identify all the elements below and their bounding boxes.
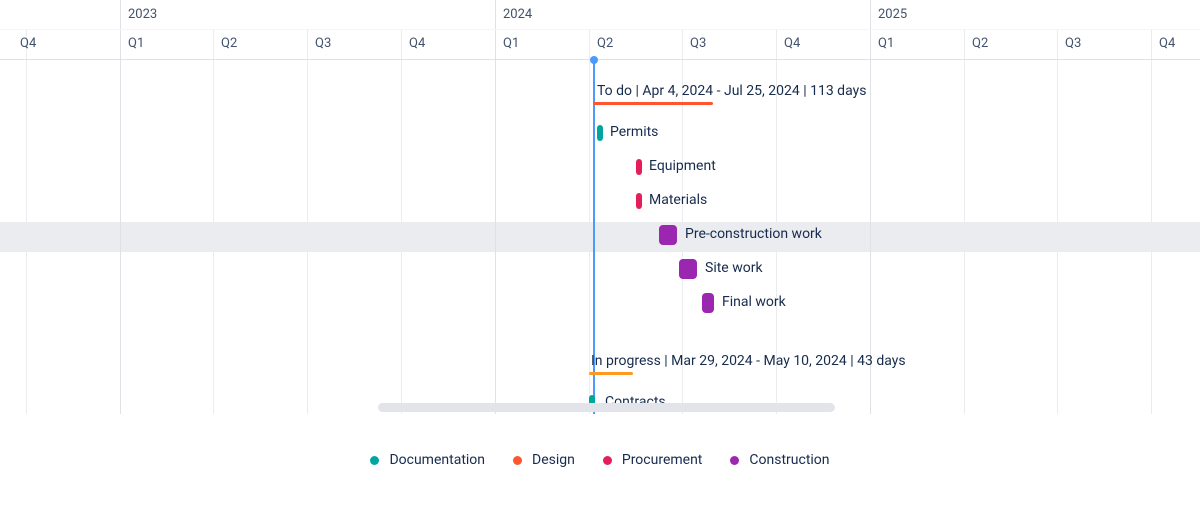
quarter-label: Q2 bbox=[597, 29, 613, 59]
task-label[interactable]: Site work bbox=[705, 260, 763, 276]
legend-item[interactable]: Design bbox=[513, 452, 575, 468]
horizontal-scrollbar[interactable] bbox=[378, 403, 835, 412]
group-header-todo-text: To do | Apr 4, 2024 - Jul 25, 2024 | 113… bbox=[597, 83, 866, 99]
legend-item[interactable]: Procurement bbox=[603, 452, 703, 468]
year-label: 2023 bbox=[128, 0, 157, 30]
quarter-label: Q1 bbox=[128, 29, 144, 59]
legend-label: Construction bbox=[749, 452, 829, 468]
gantt-chart[interactable]: 2023 2024 2025 Q4 Q1 Q2 Q3 Q4 Q1 Q2 Q3 Q4 Q1 Q2 Q3Q4 … bbox=[0, 0, 1200, 414]
legend-item[interactable]: Construction bbox=[730, 452, 829, 468]
legend-item[interactable]: Documentation bbox=[370, 452, 485, 468]
task-label[interactable]: Materials bbox=[649, 192, 707, 208]
quarter-label: Q4 bbox=[409, 29, 425, 59]
quarter-label: Q3 bbox=[315, 29, 331, 59]
quarter-label: Q3 bbox=[690, 29, 706, 59]
quarter-label: Q2 bbox=[221, 29, 237, 59]
legend-label: Documentation bbox=[389, 452, 485, 468]
row-highlight bbox=[0, 222, 1200, 252]
year-gridline bbox=[120, 0, 121, 414]
task-label[interactable]: Permits bbox=[610, 124, 658, 140]
year-label: 2024 bbox=[503, 0, 532, 30]
quarter-label: Q4 bbox=[20, 29, 36, 59]
quarter-label: Q4 bbox=[1159, 29, 1175, 59]
group-underline-inprogress bbox=[589, 372, 633, 375]
task-label[interactable]: Equipment bbox=[649, 158, 716, 174]
group-underline-todo bbox=[593, 102, 713, 105]
quarter-gridline bbox=[307, 29, 308, 414]
quarter-label: Q2 bbox=[972, 29, 988, 59]
quarter-gridline bbox=[964, 29, 965, 414]
quarter-label: Q4 bbox=[784, 29, 800, 59]
group-header-inprogress-text: In progress | Mar 29, 2024 - May 10, 202… bbox=[591, 353, 906, 369]
task-bar[interactable] bbox=[659, 225, 677, 245]
legend: Documentation Design Procurement Constructi… bbox=[0, 414, 1200, 506]
task-label[interactable]: Final work bbox=[722, 294, 786, 310]
quarter-axis: Q4 Q1 Q2 Q3 Q4 Q1 Q2 Q3 Q4 Q1 Q2 Q3 Q4 bbox=[0, 29, 1200, 59]
quarter-gridline bbox=[1151, 29, 1152, 414]
year-gridline bbox=[870, 0, 871, 414]
legend-label: Procurement bbox=[622, 452, 703, 468]
legend-swatch-icon bbox=[603, 456, 612, 465]
quarter-label: Q1 bbox=[503, 29, 519, 59]
task-bar[interactable] bbox=[702, 293, 714, 313]
quarter-gridline bbox=[1057, 29, 1058, 414]
task-bar[interactable] bbox=[597, 125, 603, 141]
header-divider bbox=[0, 59, 1200, 60]
quarter-label: Q3 bbox=[1065, 29, 1081, 59]
quarter-label: Q1 bbox=[878, 29, 894, 59]
year-gridline bbox=[495, 0, 496, 414]
quarter-gridline bbox=[401, 29, 402, 414]
today-marker-dot bbox=[590, 56, 598, 64]
group-header-todo[interactable]: To do | Apr 4, 2024 - Jul 25, 2024 | 113… bbox=[597, 83, 866, 103]
task-bar[interactable] bbox=[636, 193, 642, 209]
legend-swatch-icon bbox=[730, 456, 739, 465]
quarter-gridline bbox=[213, 29, 214, 414]
group-header-inprogress[interactable]: In progress | Mar 29, 2024 - May 10, 202… bbox=[591, 353, 906, 373]
task-label[interactable]: Pre-construction work bbox=[685, 226, 822, 242]
quarter-gridline bbox=[589, 29, 590, 414]
quarter-gridline bbox=[26, 29, 27, 414]
task-bar[interactable] bbox=[636, 159, 642, 175]
year-label: 2025 bbox=[878, 0, 907, 30]
legend-label: Design bbox=[532, 452, 575, 468]
legend-swatch-icon bbox=[370, 456, 379, 465]
legend-swatch-icon bbox=[513, 456, 522, 465]
year-axis: 2023 2024 2025 bbox=[0, 0, 1200, 30]
task-bar[interactable] bbox=[679, 259, 697, 279]
